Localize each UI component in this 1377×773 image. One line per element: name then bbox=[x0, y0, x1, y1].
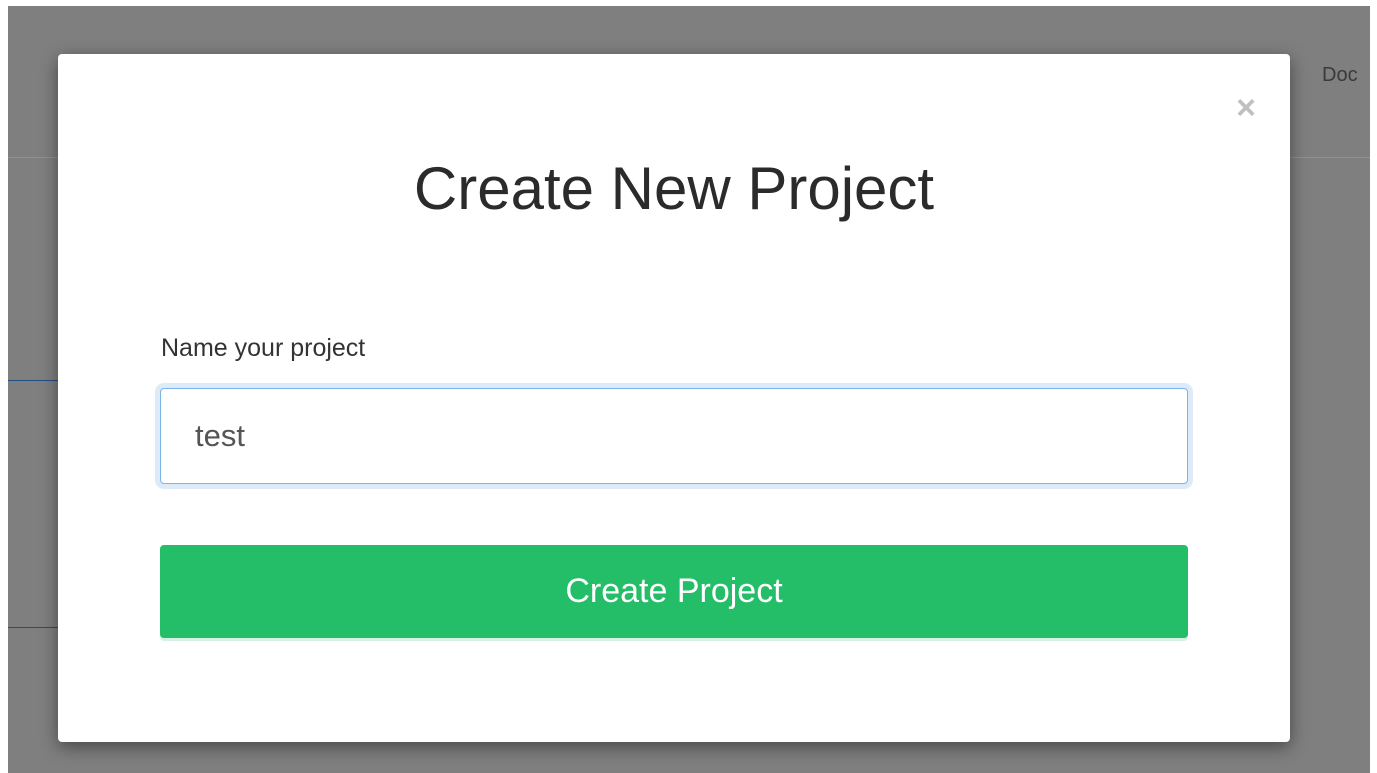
modal-title: Create New Project bbox=[413, 155, 935, 222]
close-icon[interactable]: × bbox=[1232, 90, 1260, 126]
project-name-label: Name your project bbox=[161, 334, 366, 362]
project-name-input[interactable] bbox=[160, 388, 1188, 484]
create-project-modal: × Create New Project Name your project C… bbox=[58, 54, 1290, 742]
background-divider bbox=[8, 627, 60, 628]
background-left-strip bbox=[0, 0, 8, 773]
create-project-button[interactable]: Create Project bbox=[160, 545, 1188, 638]
nav-link-docs[interactable]: Doc bbox=[1322, 64, 1358, 87]
background-divider bbox=[8, 380, 60, 381]
